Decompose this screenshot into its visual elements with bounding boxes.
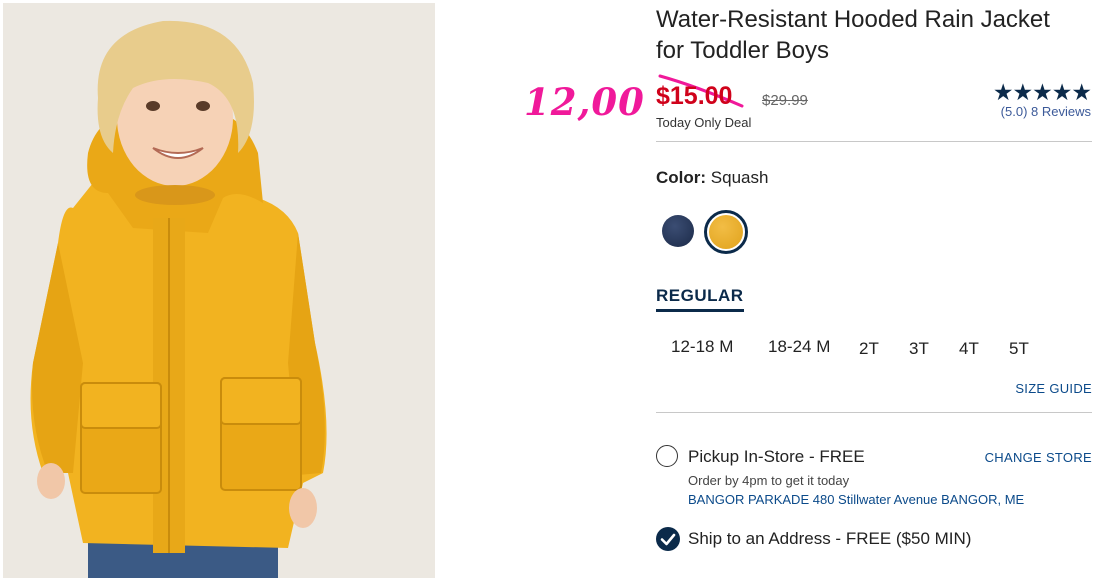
size-option-5t[interactable]: 5T <box>1009 339 1029 359</box>
divider <box>656 412 1092 413</box>
ship-radio-checked[interactable] <box>656 527 680 551</box>
product-title-line2: for Toddler Boys <box>656 37 829 64</box>
pickup-radio[interactable] <box>656 445 678 467</box>
size-option-12-18m[interactable]: 12-18 M <box>671 337 733 357</box>
size-option-2t[interactable]: 2T <box>859 339 879 359</box>
color-label-prefix: Color: <box>656 168 707 187</box>
color-swatch-navy[interactable] <box>662 215 694 247</box>
divider <box>656 141 1092 142</box>
original-price: $29.99 <box>762 92 808 109</box>
size-guide-link[interactable]: SIZE GUIDE <box>1015 381 1092 396</box>
rating-value: (5.0) <box>1000 104 1028 119</box>
rating-summary[interactable]: ★★★★★ (5.0) 8 Reviews <box>992 79 1092 119</box>
change-store-link[interactable]: CHANGE STORE <box>985 450 1092 465</box>
checkmark-icon <box>660 533 676 546</box>
pickup-label[interactable]: Pickup In-Store - FREE <box>688 447 865 467</box>
tab-regular-fit[interactable]: REGULAR <box>656 286 744 312</box>
size-option-18-24m[interactable]: 18-24 M <box>768 337 830 357</box>
pickup-cutoff-text: Order by 4pm to get it today <box>688 473 850 488</box>
selected-color-name: Squash <box>710 168 769 187</box>
ship-to-address-label[interactable]: Ship to an Address - FREE ($50 MIN) <box>688 529 971 549</box>
size-option-3t[interactable]: 3T <box>909 339 929 359</box>
deal-label: Today Only Deal <box>656 115 752 130</box>
color-label: Color: Squash <box>656 168 768 188</box>
sale-price: $15.00 <box>656 82 733 110</box>
product-image[interactable] <box>3 3 435 578</box>
handwritten-price-annotation: 12,00 <box>524 80 645 124</box>
product-title-line1: Water-Resistant Hooded Rain Jacket <box>656 6 1050 33</box>
rating-stars-icon: ★★★★★ <box>992 79 1092 105</box>
product-title: Water-Resistant Hooded Rain Jacket for T… <box>656 4 1086 66</box>
store-address: BANGOR PARKADE 480 Stillwater Avenue BAN… <box>688 492 1025 507</box>
color-swatch-squash[interactable] <box>709 215 743 249</box>
review-count: 8 Reviews <box>1031 104 1091 119</box>
size-option-4t[interactable]: 4T <box>959 339 979 359</box>
reviews-link[interactable]: (5.0) 8 Reviews <box>993 104 1091 119</box>
